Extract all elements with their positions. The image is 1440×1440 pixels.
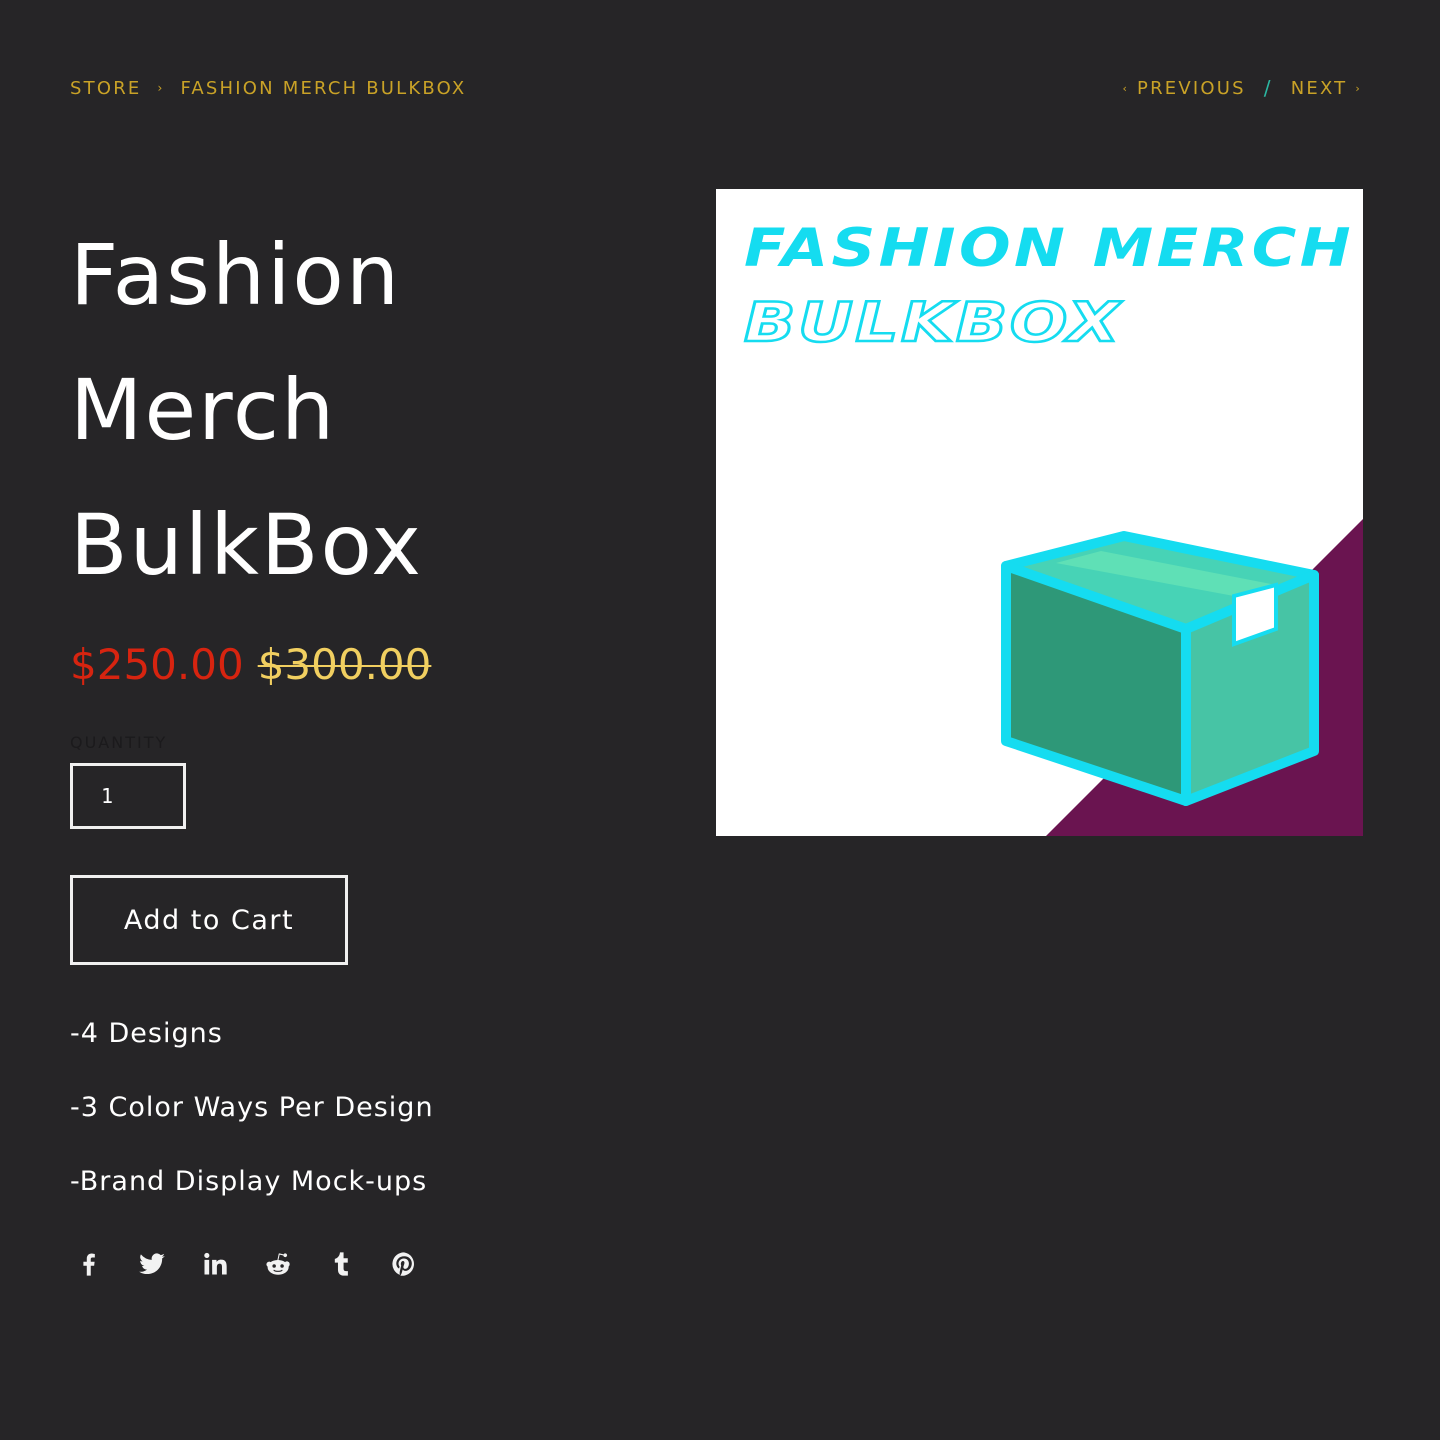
share-links [70,1246,448,1282]
product-title-line: Merch [70,361,337,459]
product-title-line: Fashion [70,226,402,324]
product-title-line: BulkBox [70,496,423,594]
facebook-icon[interactable] [70,1246,108,1282]
box-icon [1001,531,1319,806]
add-to-cart-button[interactable]: Add to Cart [70,875,348,965]
product-page: STORE › FASHION MERCH BULKBOX ‹ PREVIOUS… [0,0,1440,1440]
product-pagination: ‹ PREVIOUS / NEXT › [1122,76,1362,100]
product-image[interactable]: FASHION MERCH BULKBOX [716,189,1363,836]
product-image-artwork: FASHION MERCH BULKBOX [716,189,1363,836]
sale-price: $250.00 [70,640,244,689]
product-price: $250.00 $300.00 [70,640,431,689]
original-price: $300.00 [257,640,432,689]
description-line: -3 Color Ways Per Design [70,1092,434,1123]
breadcrumb-current-page[interactable]: FASHION MERCH BULKBOX [180,78,466,99]
image-subtitle-line: BULKBOX [744,291,1122,354]
image-title-line: FASHION MERCH [744,218,1354,279]
product-title: Fashion Merch BulkBox [70,208,630,613]
quantity-label: QUANTITY [70,733,168,752]
pagination-divider: / [1263,76,1273,100]
chevron-left-icon: ‹ [1122,81,1130,95]
twitter-icon[interactable] [133,1246,171,1282]
pinterest-icon[interactable] [385,1246,423,1282]
next-product-link[interactable]: NEXT [1291,78,1348,99]
top-navigation: STORE › FASHION MERCH BULKBOX ‹ PREVIOUS… [70,76,1362,100]
reddit-icon[interactable] [259,1246,297,1282]
product-description: -4 Designs -3 Color Ways Per Design -Bra… [70,1015,434,1237]
chevron-right-icon: › [1355,81,1362,95]
previous-product-link[interactable]: PREVIOUS [1137,78,1246,99]
breadcrumb: STORE › FASHION MERCH BULKBOX [70,78,466,99]
breadcrumb-store-link[interactable]: STORE [70,78,141,99]
description-line: -4 Designs [70,1018,223,1049]
tumblr-icon[interactable] [322,1246,360,1282]
description-line: -Brand Display Mock-ups [70,1166,428,1197]
quantity-input[interactable] [70,763,186,829]
breadcrumb-separator-icon: › [157,81,165,95]
linkedin-icon[interactable] [196,1246,234,1282]
